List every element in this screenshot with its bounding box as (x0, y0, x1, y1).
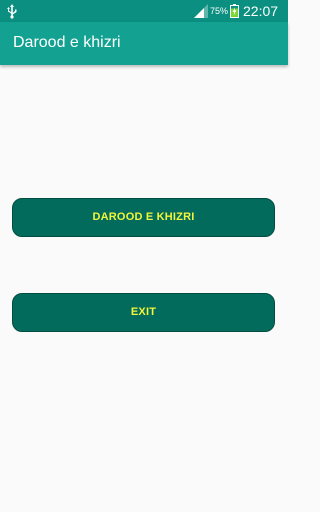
status-bar: 75% 22:07 (0, 0, 288, 22)
signal-icon (194, 4, 208, 18)
app-title: Darood e khizri (13, 34, 121, 51)
darood-e-khizri-button[interactable]: DAROOD E KHIZRI (12, 198, 275, 237)
app-bar: Darood e khizri (0, 22, 288, 65)
battery-charging-icon (230, 4, 239, 18)
battery-percent: 75% (210, 6, 229, 16)
usb-icon (7, 4, 17, 19)
exit-button[interactable]: EXIT (12, 293, 275, 332)
clock: 22:07 (243, 3, 279, 19)
